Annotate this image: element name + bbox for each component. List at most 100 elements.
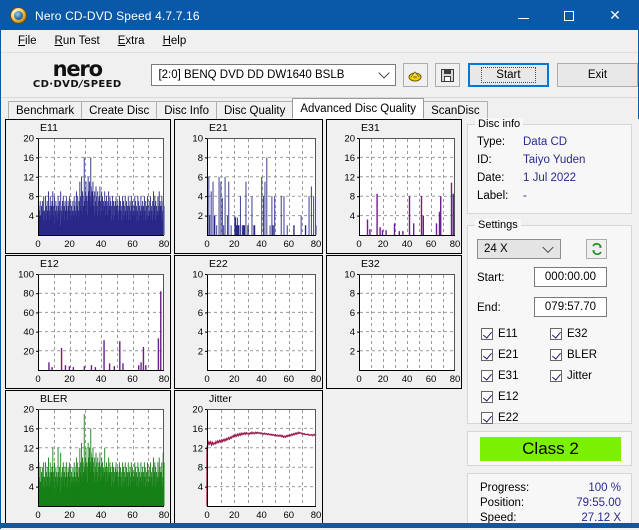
save-button[interactable] [435,63,460,87]
chart-e11-plot: 4 8 12 16 20 0 20 40 60 80 [23,134,169,251]
disc-type-value-wrap: Data CD [523,136,567,148]
checkbox-jitter[interactable]: Jitter [550,370,592,382]
svg-text:60: 60 [283,374,294,385]
nero-logo: nero CD·DVD∕SPEED [13,59,141,91]
chart-bler[interactable]: 4 8 12 16 20 0 20 40 60 80 BLER [5,390,171,525]
exit-button-label: Exit [587,69,608,81]
tab-advanced-disc-quality[interactable]: Advanced Disc Quality [292,98,425,119]
save-floppy-icon [441,68,455,82]
start-time-key: Start: [477,272,505,284]
tab-create-disc[interactable]: Create Disc [81,101,158,119]
chart-e22-title: E22 [209,258,228,270]
window-controls: ✕ [500,1,638,30]
checkbox-jitter-label: Jitter [567,370,592,382]
chart-e11[interactable]: 4 8 12 16 20 0 20 40 60 80 E11 [5,119,171,254]
checkbox-bler-label: BLER [567,349,598,361]
svg-text:100: 100 [18,270,34,281]
start-time-label: Start: [477,272,504,284]
checkbox-e32-box [550,328,562,340]
svg-text:16: 16 [192,424,203,435]
exit-button[interactable]: Exit [556,63,638,87]
checkbox-bler[interactable]: BLER [550,349,597,361]
disc-type-row: Type: [477,136,505,148]
chart-e31-title: E31 [361,122,380,134]
svg-text:8: 8 [350,192,355,203]
disc-label-value-wrap: - [523,190,527,202]
chart-jitter[interactable]: 4 8 12 16 20 0 20 40 60 80 Jitter [174,390,323,525]
svg-text:80: 80 [311,510,322,521]
svg-text:0: 0 [35,510,40,521]
start-time-input[interactable]: 000:00.00 [534,267,607,287]
disc-date-key: Date: [477,172,505,184]
tab-benchmark[interactable]: Benchmark [8,101,83,119]
close-button[interactable]: ✕ [592,1,638,30]
svg-text:10: 10 [344,270,355,281]
svg-text:2: 2 [198,211,203,222]
svg-text:80: 80 [450,239,461,250]
svg-text:8: 8 [29,192,34,203]
refresh-button[interactable] [586,239,607,259]
end-time-input[interactable]: 079:57.70 [534,297,607,317]
disc-date-row: Date: [477,172,505,184]
svg-text:40: 40 [23,327,34,338]
disc-label-value: - [523,190,527,202]
disc-date-value: 1 Jul 2022 [523,172,577,184]
chart-e12-plot: 20 40 60 80 100 0 20 40 60 80 [18,270,169,386]
chart-e22[interactable]: 2 4 6 8 10 0 20 40 60 80 E22 [174,255,323,389]
disc-eject-button[interactable] [403,63,429,87]
svg-text:0: 0 [356,239,361,250]
svg-text:40: 40 [402,239,413,250]
disc-info-group: Disc info Type: Data CD ID: Taiyo Yuden … [467,118,632,214]
chart-e21[interactable]: 2 4 6 8 10 0 20 40 60 80 E21 [174,119,323,254]
start-button-label: Start [481,67,536,83]
checkbox-e12[interactable]: E12 [481,391,518,403]
checkbox-e22[interactable]: E22 [481,412,518,424]
chart-e31[interactable]: 4 8 12 16 20 0 20 40 60 80 E31 [326,119,462,254]
checkbox-e32[interactable]: E32 [550,328,587,340]
disc-id-value: Taiyo Yuden [523,154,586,166]
svg-text:60: 60 [23,308,34,319]
chevron-down-icon [542,241,554,254]
chart-bler-title: BLER [40,393,68,405]
svg-text:40: 40 [402,374,413,385]
maximize-button[interactable] [546,1,592,30]
settings-group-label: Settings [475,219,521,231]
menu-file[interactable]: File [9,33,46,49]
speed-select[interactable]: 24 X [477,239,561,259]
start-button[interactable]: Start [467,63,549,87]
chart-e12[interactable]: 20 40 60 80 100 0 20 40 60 80 E12 [5,255,171,389]
tab-disc-quality[interactable]: Disc Quality [216,101,294,119]
checkbox-e31[interactable]: E31 [481,370,518,382]
tab-disc-info[interactable]: Disc Info [156,101,217,119]
svg-text:80: 80 [23,289,34,300]
svg-text:0: 0 [204,510,209,521]
svg-text:60: 60 [127,374,138,385]
progress-value: 100 % [588,482,621,494]
chart-e32-title: E32 [361,258,380,270]
disc-date-value-wrap: 1 Jul 2022 [523,172,576,184]
svg-text:4: 4 [350,211,355,222]
svg-text:60: 60 [283,510,294,521]
checkbox-bler-box [550,349,562,361]
checkbox-e21[interactable]: E21 [481,349,518,361]
tab-scandisc[interactable]: ScanDisc [423,101,488,119]
menu-run-test[interactable]: Run Test [46,33,109,49]
menu-help[interactable]: Help [154,33,196,49]
checkbox-e11[interactable]: E11 [481,328,518,340]
svg-text:8: 8 [198,289,203,300]
chart-e21-plot: 2 4 6 8 10 0 20 40 60 80 [192,134,321,251]
chart-e32[interactable]: 2 4 6 8 10 0 20 40 60 80 E32 [326,255,462,389]
svg-text:20: 20 [344,134,355,145]
menu-file-rest: ile [25,35,37,47]
position-value: 79:55.00 [576,497,621,509]
svg-text:20: 20 [192,405,203,416]
minimize-button[interactable] [500,1,546,30]
menu-help-rest: elp [170,35,187,47]
menu-extra[interactable]: Extra [109,33,154,49]
drive-select[interactable]: [2:0] BENQ DVD DD DW1640 BSLB [151,64,397,86]
position-key: Position: [480,497,525,509]
svg-text:20: 20 [229,510,240,521]
checkbox-e12-box [481,391,493,403]
svg-text:12: 12 [192,443,203,454]
chart-jitter-title: Jitter [209,393,232,405]
